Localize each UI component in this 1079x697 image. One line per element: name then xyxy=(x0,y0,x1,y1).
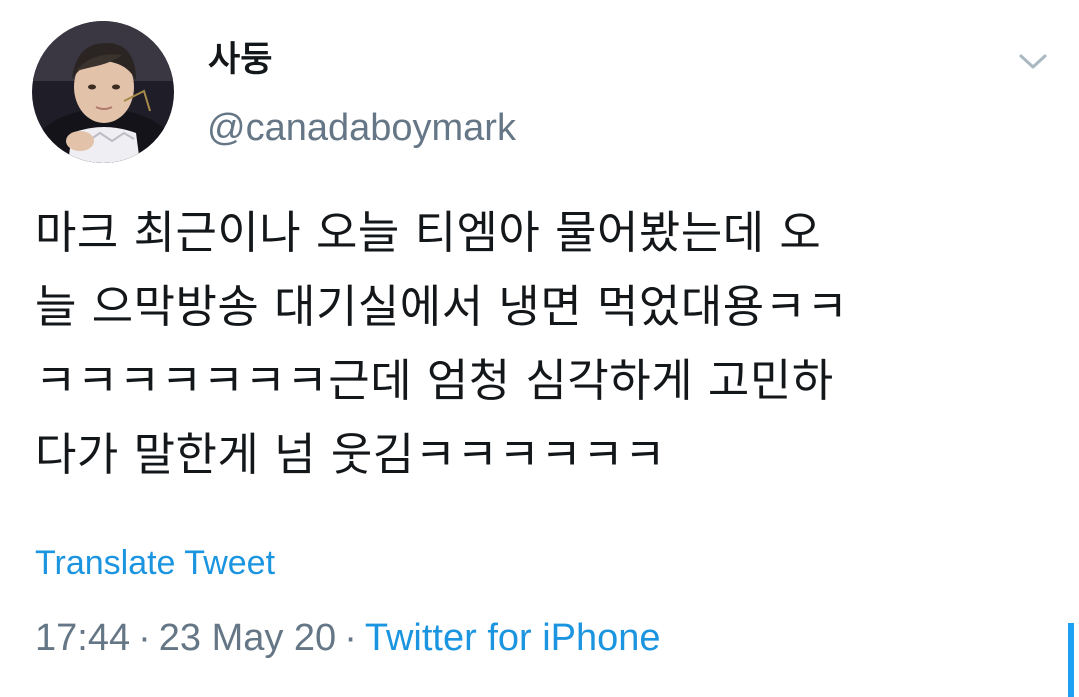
meta-separator: · xyxy=(344,617,357,659)
display-name[interactable]: 사둥 xyxy=(208,40,272,80)
avatar-image xyxy=(32,21,174,163)
tweet-time: 17:44 xyxy=(35,617,131,659)
tweet-text-line: ㅋㅋㅋㅋㅋㅋㅋ근데 엄청 심각하게 고민하 xyxy=(35,354,834,407)
chevron-down-icon[interactable] xyxy=(1018,50,1048,72)
meta-separator: · xyxy=(138,617,151,659)
translate-tweet-link[interactable]: Translate Tweet xyxy=(35,542,275,584)
tweet-date: 23 May 20 xyxy=(158,617,337,659)
tweet-card: 사둥 @canadaboymark 마크 최근이나 오늘 티엠아 물어봤는데 오… xyxy=(0,0,1079,697)
tweet-meta: 17:44 · 23 May 20 · Twitter for iPhone xyxy=(35,615,661,661)
tweet-text-line: 마크 최근이나 오늘 티엠아 물어봤는데 오 xyxy=(35,206,822,259)
tweet-text: 마크 최근이나 오늘 티엠아 물어봤는데 오 늘 으막방송 대기실에서 냉면 먹… xyxy=(35,196,1045,492)
tweet-text-line: 다가 말한게 넘 웃김ㅋㅋㅋㅋㅋㅋ xyxy=(35,428,667,481)
user-handle[interactable]: @canadaboymark xyxy=(207,106,516,150)
tweet-source-link[interactable]: Twitter for iPhone xyxy=(365,617,661,659)
avatar[interactable] xyxy=(32,21,174,163)
tweet-text-line: 늘 으막방송 대기실에서 냉면 먹었대용ㅋㅋ xyxy=(35,280,849,333)
scroll-indicator xyxy=(1068,623,1074,697)
